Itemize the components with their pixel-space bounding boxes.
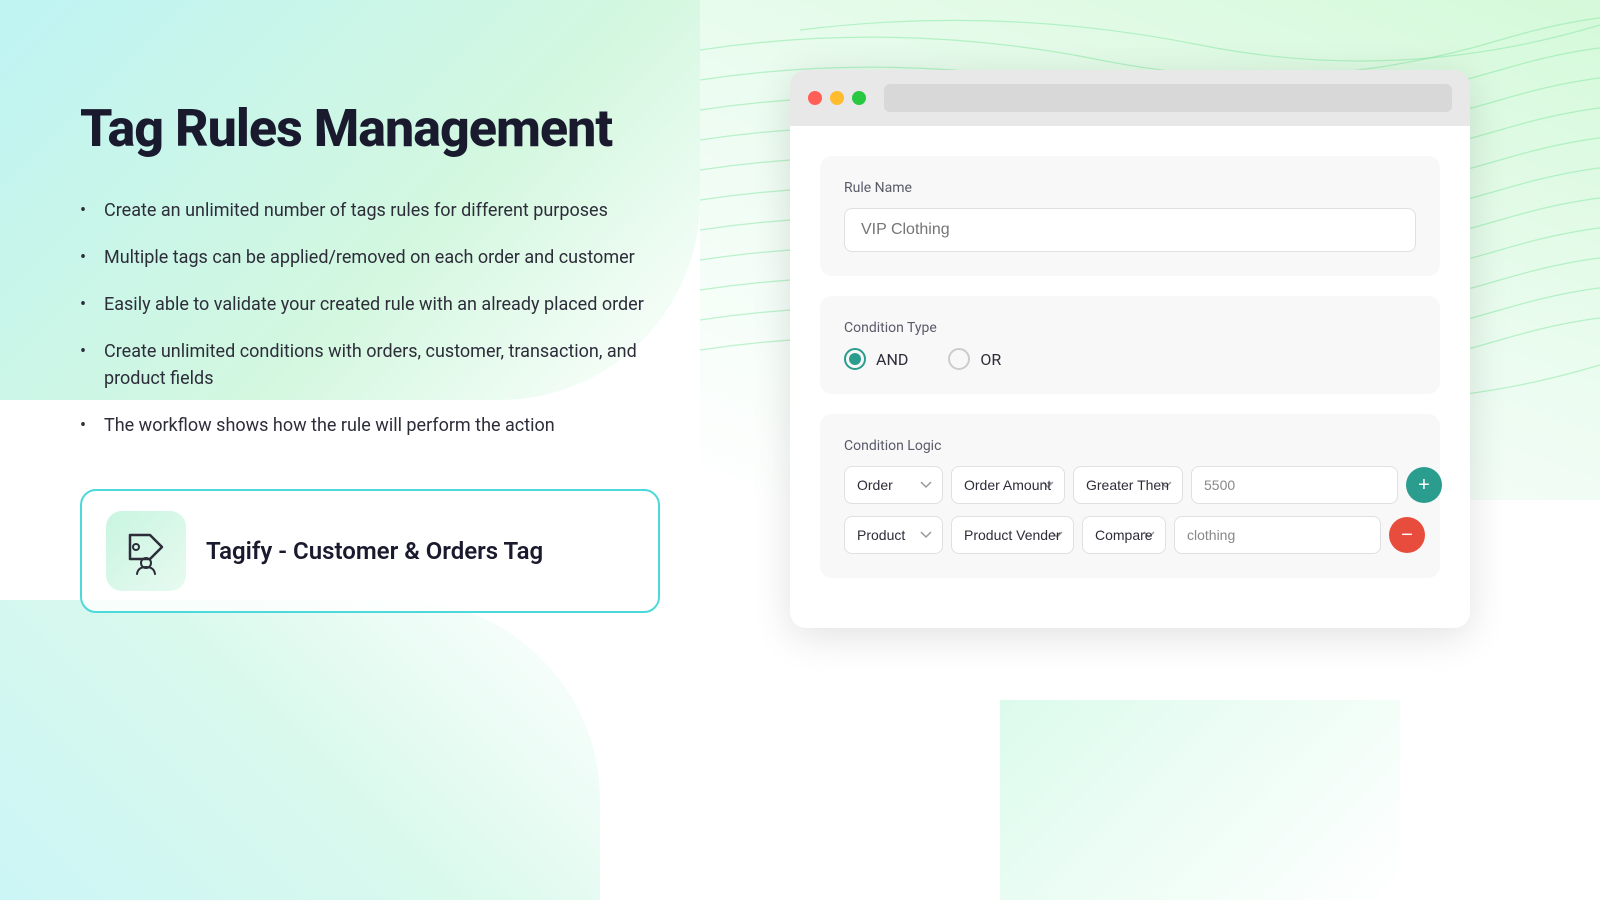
condition-2-field-select[interactable]: Order Customer Product Transaction [844, 516, 943, 554]
condition-1-add-button[interactable]: + [1406, 467, 1442, 503]
browser-content: Rule Name Condition Type AND OR [790, 126, 1470, 628]
condition-1-field-select[interactable]: Order Customer Product Transaction [844, 466, 943, 504]
condition-2-comparator-select[interactable]: Compare Equal To Contains [1082, 516, 1166, 554]
condition-1-operator-select[interactable]: Order Amount Order Status Order Tag [951, 466, 1065, 504]
condition-row-2: Order Customer Product Transaction Produ… [844, 516, 1416, 554]
radio-or-label: OR [980, 350, 1001, 369]
radio-and-circle [844, 348, 866, 370]
rule-name-label: Rule Name [844, 180, 1416, 196]
browser-url-bar [884, 84, 1452, 112]
feature-item: Create unlimited conditions with orders,… [80, 338, 700, 392]
feature-item: Multiple tags can be applied/removed on … [80, 244, 700, 271]
condition-row-1: Order Customer Product Transaction Order… [844, 466, 1416, 504]
app-name: Tagify - Customer & Orders Tag [206, 537, 543, 565]
browser-window: Rule Name Condition Type AND OR [790, 70, 1470, 628]
condition-logic-label: Condition Logic [844, 438, 1416, 454]
left-panel: Tag Rules Management Create an unlimited… [80, 60, 700, 613]
tagify-icon [122, 527, 170, 575]
main-content: Tag Rules Management Create an unlimited… [0, 0, 1600, 900]
radio-or-circle [948, 348, 970, 370]
traffic-light-green[interactable] [852, 91, 866, 105]
radio-or[interactable]: OR [948, 348, 1001, 370]
condition-1-value-input[interactable] [1191, 466, 1398, 504]
browser-titlebar [790, 70, 1470, 126]
traffic-light-red[interactable] [808, 91, 822, 105]
radio-and-label: AND [876, 350, 908, 369]
condition-type-radio-group: AND OR [844, 348, 1416, 370]
condition-2-remove-button[interactable]: − [1389, 517, 1425, 553]
app-card: Tagify - Customer & Orders Tag [80, 489, 660, 613]
rule-name-input[interactable] [844, 208, 1416, 252]
radio-and[interactable]: AND [844, 348, 908, 370]
feature-item: Create an unlimited number of tags rules… [80, 197, 700, 224]
feature-item: Easily able to validate your created rul… [80, 291, 700, 318]
rule-name-section: Rule Name [820, 156, 1440, 276]
traffic-light-yellow[interactable] [830, 91, 844, 105]
condition-logic-section: Condition Logic Order Customer Product T… [820, 414, 1440, 578]
condition-2-operator-select[interactable]: Product Vender Product Type Product Tag [951, 516, 1074, 554]
condition-1-comparator-select[interactable]: Greater Then Less Then Equal To Contains [1073, 466, 1183, 504]
condition-2-value-input[interactable] [1174, 516, 1381, 554]
page-title: Tag Rules Management [80, 100, 700, 157]
feature-item: The workflow shows how the rule will per… [80, 412, 700, 439]
condition-type-label: Condition Type [844, 320, 1416, 336]
condition-type-section: Condition Type AND OR [820, 296, 1440, 394]
app-icon-container [106, 511, 186, 591]
right-panel: Rule Name Condition Type AND OR [700, 60, 1520, 628]
features-list: Create an unlimited number of tags rules… [80, 197, 700, 439]
